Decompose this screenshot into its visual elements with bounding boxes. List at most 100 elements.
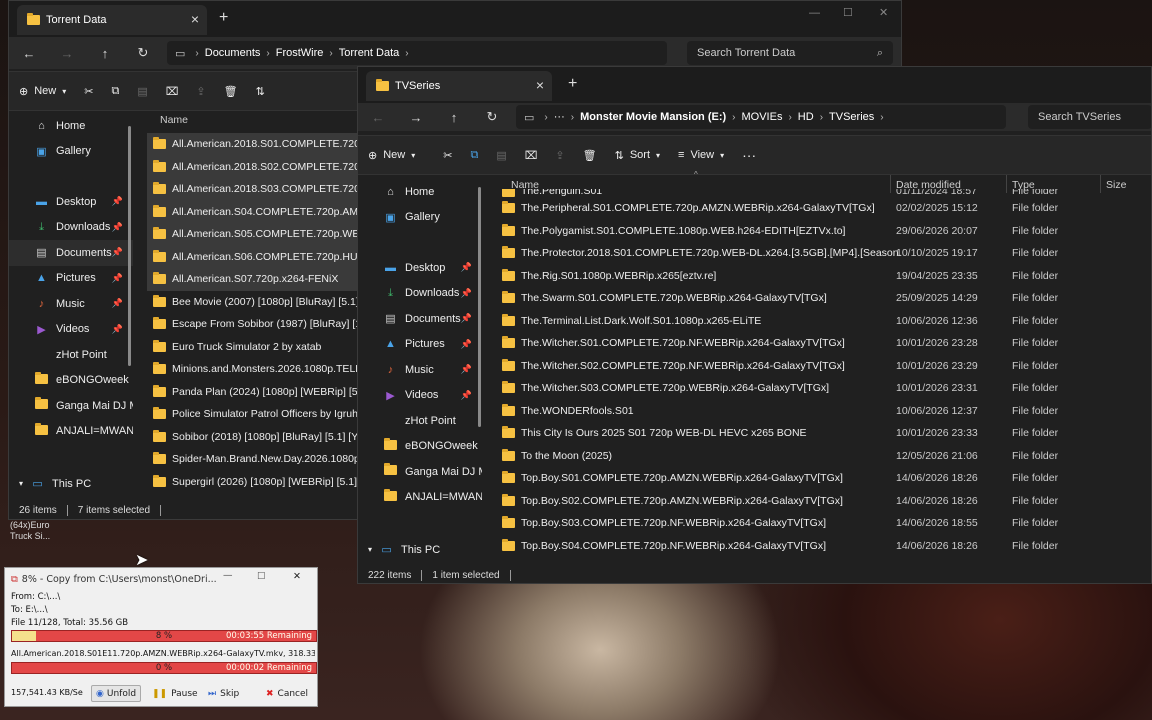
list-item[interactable]: All.American.S05.COMPLETE.720p.WEBRip.x2	[147, 223, 361, 246]
back-arrow-icon[interactable]: ←	[17, 46, 41, 61]
close-tab-icon[interactable]: ×	[536, 77, 544, 93]
sort-button[interactable]: ⇅ Sort ▾	[615, 149, 660, 162]
breadcrumb[interactable]: ▭ › Documents › FrostWire › Torrent Data…	[167, 41, 667, 65]
copy-icon[interactable]: ⧉	[111, 85, 119, 98]
breadcrumb-item[interactable]: HD	[798, 111, 814, 123]
share-icon[interactable]: ⇪	[555, 149, 564, 162]
table-row[interactable]: The.Witcher.S01.COMPLETE.720p.NF.WEBRip.…	[496, 332, 1151, 355]
table-row[interactable]: The.Swarm.S01.COMPLETE.720p.WEBRip.x264-…	[496, 287, 1151, 310]
sidebar-item-pictures[interactable]: ▲ Pictures 📌	[358, 332, 482, 358]
scrollbar-nav[interactable]	[478, 187, 481, 427]
sidebar-item-ganga-mai-dj-m[interactable]: Ganga Mai DJ M	[358, 459, 482, 485]
cancel-button[interactable]: ✖ Cancel	[261, 685, 313, 702]
forward-arrow-icon[interactable]: →	[55, 46, 79, 61]
table-row[interactable]: The.WONDERfools.S01 10/06/2026 12:37 File …	[496, 400, 1151, 423]
sidebar-item-gallery[interactable]: ▣ Gallery	[9, 139, 133, 165]
list-item[interactable]: Minions.and.Monsters.2026.1080p.TELESYNC	[147, 358, 361, 381]
skip-button[interactable]: ⏭ Skip	[203, 685, 244, 702]
list-item[interactable]: Bee Movie (2007) [1080p] [BluRay] [5.1] …	[147, 291, 361, 314]
sidebar-item-desktop[interactable]: ▬ Desktop 📌	[9, 189, 133, 215]
table-row[interactable]: The.Terminal.List.Dark.Wolf.S01.1080p.x2…	[496, 310, 1151, 333]
table-row[interactable]: The.Protector.2018.S01.COMPLETE.720p.WEB…	[496, 242, 1151, 265]
list-item[interactable]: All.American.S07.720p.x264-FENiX	[147, 268, 361, 291]
sidebar-item-music[interactable]: ♪ Music 📌	[358, 357, 482, 383]
tab-torrent-data[interactable]: Torrent Data ×	[17, 5, 207, 35]
cut-icon[interactable]: ✂	[84, 85, 93, 98]
search-input[interactable]: Search Torrent Data ⌕	[687, 41, 893, 65]
sidebar-item-this-pc[interactable]: ▾ ▭ This PC	[358, 537, 482, 563]
delete-icon[interactable]: 🗑	[583, 149, 597, 162]
close-window-icon[interactable]: ✕	[293, 571, 301, 582]
cut-icon[interactable]: ✂	[443, 149, 452, 162]
close-tab-icon[interactable]: ×	[191, 11, 199, 27]
list-item[interactable]: Supergirl (2026) [1080p] [WEBRip] [5.1] …	[147, 471, 361, 494]
maximize-icon[interactable]: ☐	[843, 6, 853, 19]
list-item[interactable]: Escape From Sobibor (1987) [BluRay] [108…	[147, 313, 361, 336]
pause-button[interactable]: ❚❚ Pause	[147, 685, 203, 702]
up-arrow-icon[interactable]: ↑	[442, 110, 466, 125]
table-row[interactable]: Top.Boy.S01.COMPLETE.720p.AMZN.WEBRip.x2…	[496, 467, 1151, 490]
sidebar-item-videos[interactable]: ▶ Videos 📌	[9, 317, 133, 343]
list-item[interactable]: All.American.2018.S03.COMPLETE.720p.AMZN	[147, 178, 361, 201]
table-row[interactable]: The.Witcher.S03.COMPLETE.720p.WEBRip.x26…	[496, 377, 1151, 400]
list-item[interactable]: Euro Truck Simulator 2 by xatab	[147, 336, 361, 359]
rename-icon[interactable]: ⌧	[166, 85, 179, 98]
minimize-icon[interactable]: —	[809, 7, 820, 19]
overflow-dots-icon[interactable]: ···	[554, 111, 565, 123]
column-header-name[interactable]: Name	[160, 114, 188, 126]
table-row[interactable]: Top.Boy.S03.COMPLETE.720p.NF.WEBRip.x264…	[496, 512, 1151, 535]
table-row[interactable]: The.Rig.S01.1080p.WEBRip.x265[eztv.re] 19…	[496, 265, 1151, 288]
sidebar-item-documents[interactable]: ▤ Documents 📌	[9, 240, 133, 266]
table-row[interactable]: To the Moon (2025) 12/05/2026 21:06 File f…	[496, 445, 1151, 468]
sidebar-item-downloads[interactable]: ⤓ Downloads 📌	[9, 215, 133, 241]
table-row[interactable]: The.Penguin.S01 01/11/2024 18:57 File fold…	[496, 189, 1151, 197]
list-item[interactable]: Spider-Man.Brand.New.Day.2026.1080p.TELE…	[147, 448, 361, 471]
desktop-icon-label[interactable]: (64x)Euro Truck Si...	[10, 520, 70, 542]
paste-icon[interactable]: ▤	[137, 85, 147, 98]
share-icon[interactable]: ⇪	[196, 85, 205, 98]
refresh-icon[interactable]: ↻	[480, 109, 504, 125]
list-item[interactable]: All.American.2018.S01.COMPLETE.720p.AMZN	[147, 133, 361, 156]
new-tab-icon[interactable]: +	[219, 9, 228, 27]
list-item[interactable]: All.American.S06.COMPLETE.720p.HULU.WEB	[147, 245, 361, 268]
table-row[interactable]: Top.Boy.S04.COMPLETE.720p.NF.WEBRip.x264…	[496, 535, 1151, 558]
new-tab-icon[interactable]: +	[568, 75, 577, 93]
sidebar-item-anjali-mwan[interactable]: ANJALI=MWAN	[358, 485, 482, 511]
sidebar-item-zhot-point[interactable]: zHot Point	[358, 408, 482, 434]
sidebar-item-ebongoweek[interactable]: eBONGOweek	[9, 368, 133, 394]
paste-icon[interactable]: ▤	[496, 149, 506, 162]
sidebar-item-anjali-mwan[interactable]: ANJALI=MWAN	[9, 419, 133, 445]
breadcrumb[interactable]: ▭ › ··· › Monster Movie Mansion (E:) › M…	[516, 105, 1006, 129]
sidebar-item-pictures[interactable]: ▲ Pictures 📌	[9, 266, 133, 292]
list-item[interactable]: Sobibor (2018) [1080p] [BluRay] [5.1] [Y…	[147, 426, 361, 449]
new-button[interactable]: ⊕ New ▾	[19, 85, 66, 98]
table-row[interactable]: The.Witcher.S02.COMPLETE.720p.NF.WEBRip.…	[496, 355, 1151, 378]
breadcrumb-item[interactable]: MOVIEs	[742, 111, 783, 123]
table-row[interactable]: The.Polygamist.S01.COMPLETE.1080p.WEB.h2…	[496, 220, 1151, 243]
close-window-icon[interactable]: ✕	[879, 6, 888, 19]
sidebar-item-gallery[interactable]: ▣ Gallery	[358, 205, 482, 231]
refresh-icon[interactable]: ↻	[131, 45, 155, 61]
new-button[interactable]: ⊕ New ▾	[368, 149, 415, 162]
sidebar-item-desktop[interactable]: ▬ Desktop 📌	[358, 255, 482, 281]
breadcrumb-item[interactable]: Monster Movie Mansion (E:)	[580, 111, 726, 123]
sidebar-item-documents[interactable]: ▤ Documents 📌	[358, 306, 482, 332]
unfold-button[interactable]: ◉ Unfold	[91, 685, 142, 702]
list-item[interactable]: Panda Plan (2024) [1080p] [WEBRip] [5.1]…	[147, 381, 361, 404]
forward-arrow-icon[interactable]: →	[404, 110, 428, 125]
sidebar-item-music[interactable]: ♪ Music 📌	[9, 291, 133, 317]
table-row[interactable]: Top.Boy.S02.COMPLETE.720p.AMZN.WEBRip.x2…	[496, 490, 1151, 513]
breadcrumb-item[interactable]: FrostWire	[276, 47, 324, 59]
breadcrumb-item[interactable]: TVSeries	[829, 111, 874, 123]
sidebar-item-this-pc[interactable]: ▾ ▭ This PC	[9, 471, 133, 497]
sidebar-item-home[interactable]: ⌂ Home	[358, 179, 482, 205]
list-item[interactable]: Police Simulator Patrol Officers by Igru…	[147, 403, 361, 426]
breadcrumb-item[interactable]: Documents	[205, 47, 261, 59]
sidebar-item-zhot-point[interactable]: zHot Point	[9, 342, 133, 368]
minimize-icon[interactable]: —	[223, 570, 233, 581]
sidebar-item-home[interactable]: ⌂ Home	[9, 113, 133, 139]
list-item[interactable]: All.American.2018.S02.COMPLETE.720p.AMZN	[147, 155, 361, 178]
maximize-icon[interactable]: ☐	[257, 571, 266, 582]
delete-icon[interactable]: 🗑	[224, 85, 238, 98]
up-arrow-icon[interactable]: ↑	[93, 46, 117, 61]
